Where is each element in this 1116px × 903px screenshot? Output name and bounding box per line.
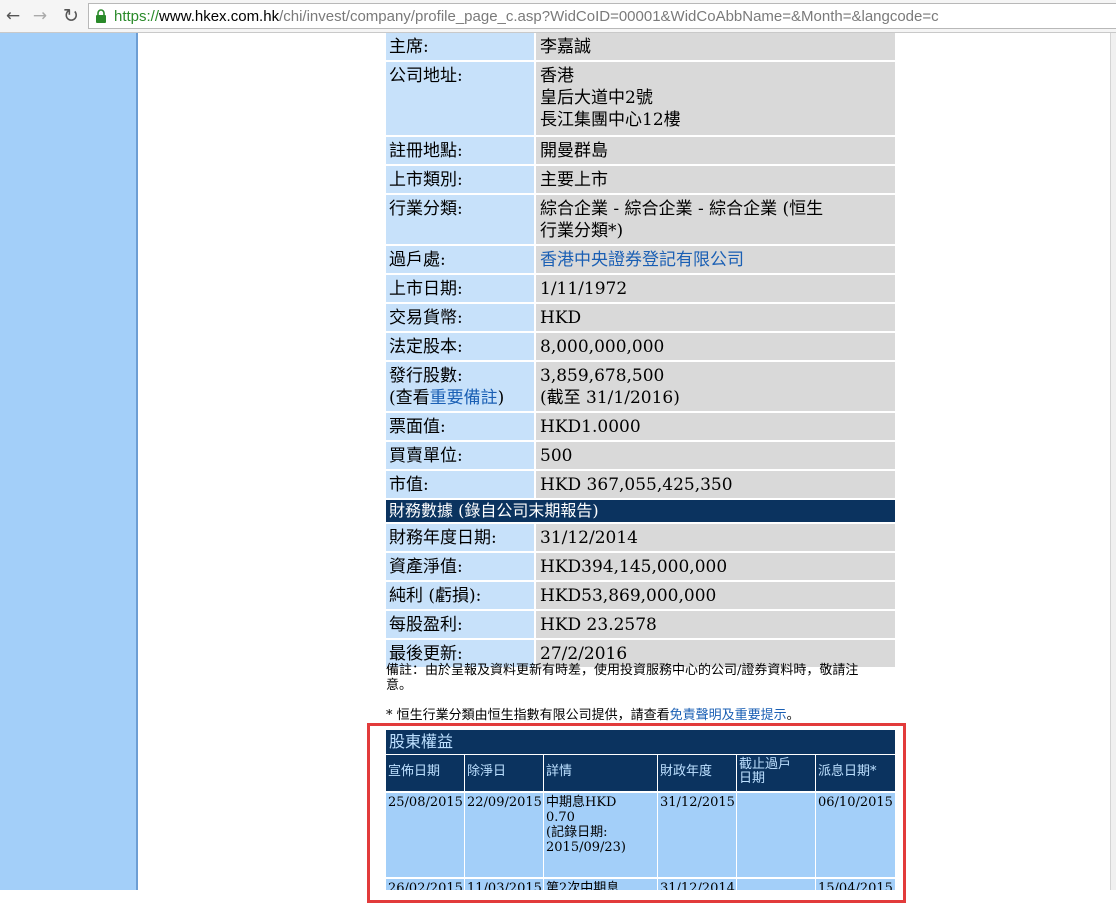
- row-label: 發行股數: (查看重要備註): [386, 362, 536, 411]
- row-value: 500: [536, 442, 895, 469]
- url-host: www.hkex.com.hk: [159, 7, 280, 25]
- reload-icon[interactable]: ↻: [60, 5, 82, 27]
- row-label: 買賣單位:: [386, 442, 536, 469]
- important-notes-link[interactable]: 重要備註: [430, 388, 498, 408]
- row-label: 純利 (虧損):: [386, 582, 536, 609]
- address-line: 皇后大道中2號: [540, 88, 653, 108]
- back-arrow-icon[interactable]: ←: [2, 5, 24, 27]
- issued-shares-asof: (截至 31/1/2016): [540, 388, 680, 408]
- hs-note-suffix: 。: [786, 708, 800, 723]
- row-value: 31/12/2014: [536, 524, 895, 551]
- company-profile-table: 主席: 李嘉誠 公司地址: 香港 皇后大道中2號 長江集團中心12樓 註冊地點:…: [386, 33, 895, 669]
- highlight-box: [367, 723, 906, 903]
- sidebar-border: [136, 33, 138, 890]
- sublabel-suffix: ): [497, 388, 505, 408]
- row-label: 資產淨值:: [386, 553, 536, 580]
- profile-row-listing-date: 上市日期: 1/11/1972: [386, 275, 895, 304]
- remark-line: 備註：由於呈報及資料更新有時差，使用投資服務中心的公司/證券資料時，敬請注: [386, 663, 859, 678]
- profile-row-address: 公司地址: 香港 皇后大道中2號 長江集團中心12樓: [386, 62, 895, 137]
- fin-row-net-assets: 資產淨值: HKD394,145,000,000: [386, 553, 895, 582]
- profile-row-issued-shares: 發行股數: (查看重要備註) 3,859,678,500 (截至 31/1/20…: [386, 362, 895, 413]
- row-label: 過戶處:: [386, 246, 536, 273]
- row-value: 香港中央證券登記有限公司: [536, 246, 895, 273]
- profile-row-par-value: 票面值: HKD1.0000: [386, 413, 895, 442]
- fin-row-net-profit: 純利 (虧損): HKD53,869,000,000: [386, 582, 895, 611]
- profile-row-chairman: 主席: 李嘉誠: [386, 33, 895, 62]
- issued-shares-sublabel: (查看重要備註): [389, 387, 534, 409]
- hs-note-text: * 恒生行業分類由恒生指數有限公司提供，請查看: [386, 708, 670, 723]
- fin-row-eps: 每股盈利: HKD 23.2578: [386, 611, 895, 640]
- row-value: HKD 23.2578: [536, 611, 895, 638]
- row-value: HKD394,145,000,000: [536, 553, 895, 580]
- row-value: 開曼群島: [536, 137, 895, 164]
- left-sidebar-band: [0, 33, 136, 890]
- row-label: 公司地址:: [386, 62, 536, 135]
- row-value: HKD 367,055,425,350: [536, 471, 895, 498]
- registrar-link[interactable]: 香港中央證券登記有限公司: [540, 250, 744, 270]
- profile-row-authorised-capital: 法定股本: 8,000,000,000: [386, 333, 895, 362]
- sublabel-prefix: (查看: [389, 388, 430, 408]
- browser-toolbar: ← → ↻ https://www.hkex.com.hk/chi/invest…: [0, 0, 1116, 33]
- profile-row-registered-place: 註冊地點: 開曼群島: [386, 137, 895, 166]
- url-path: /chi/invest/company/profile_page_c.asp?W…: [279, 7, 939, 25]
- forward-arrow-icon[interactable]: →: [29, 5, 51, 27]
- profile-row-registrar: 過戶處: 香港中央證券登記有限公司: [386, 246, 895, 275]
- row-value: 綜合企業 - 綜合企業 - 綜合企業 (恒生 行業分類*): [536, 195, 895, 244]
- issued-shares-label: 發行股數:: [389, 366, 463, 386]
- address-bar[interactable]: https://www.hkex.com.hk/chi/invest/compa…: [88, 3, 1116, 29]
- remark-line: 意。: [386, 678, 413, 693]
- row-label: 票面值:: [386, 413, 536, 440]
- profile-row-trading-currency: 交易貨幣: HKD: [386, 304, 895, 333]
- fin-row-year-end: 財務年度日期: 31/12/2014: [386, 524, 895, 553]
- profile-row-board-lot: 買賣單位: 500: [386, 442, 895, 471]
- row-value: HKD1.0000: [536, 413, 895, 440]
- row-value: 1/11/1972: [536, 275, 895, 302]
- row-label: 行業分類:: [386, 195, 536, 244]
- industry-line: 綜合企業 - 綜合企業 - 綜合企業 (恒生: [540, 199, 824, 219]
- row-value: 主要上市: [536, 166, 895, 193]
- row-label: 主席:: [386, 33, 536, 60]
- row-label: 交易貨幣:: [386, 304, 536, 331]
- lock-icon: [95, 9, 107, 23]
- row-value: 李嘉誠: [536, 33, 895, 60]
- industry-line: 行業分類*): [540, 221, 624, 241]
- remark-note: 備註：由於呈報及資料更新有時差，使用投資服務中心的公司/證券資料時，敬請注 意。: [386, 663, 931, 693]
- row-value: 香港 皇后大道中2號 長江集團中心12樓: [536, 62, 895, 135]
- row-value: 8,000,000,000: [536, 333, 895, 360]
- scrollbar-track[interactable]: [1110, 33, 1116, 890]
- row-label: 上市日期:: [386, 275, 536, 302]
- row-label: 財務年度日期:: [386, 524, 536, 551]
- address-line: 香港: [540, 66, 574, 86]
- row-label: 註冊地點:: [386, 137, 536, 164]
- issued-shares-value: 3,859,678,500: [540, 366, 665, 386]
- url-scheme: https://: [114, 7, 160, 25]
- row-label: 上市類別:: [386, 166, 536, 193]
- row-value: HKD: [536, 304, 895, 331]
- row-value: 3,859,678,500 (截至 31/1/2016): [536, 362, 895, 411]
- row-label: 每股盈利:: [386, 611, 536, 638]
- row-value: HKD53,869,000,000: [536, 582, 895, 609]
- profile-row-market-cap: 市值: HKD 367,055,425,350: [386, 471, 895, 500]
- profile-row-listing-category: 上市類別: 主要上市: [386, 166, 895, 195]
- row-label: 市值:: [386, 471, 536, 498]
- row-label: 法定股本:: [386, 333, 536, 360]
- profile-row-industry: 行業分類: 綜合企業 - 綜合企業 - 綜合企業 (恒生 行業分類*): [386, 195, 895, 246]
- address-line: 長江集團中心12樓: [540, 110, 681, 130]
- hs-classification-note: * 恒生行業分類由恒生指數有限公司提供，請查看免責聲明及重要提示。: [386, 708, 931, 723]
- financial-data-header: 財務數據 (錄自公司末期報告): [386, 500, 895, 524]
- disclaimer-link[interactable]: 免責聲明及重要提示: [670, 708, 787, 723]
